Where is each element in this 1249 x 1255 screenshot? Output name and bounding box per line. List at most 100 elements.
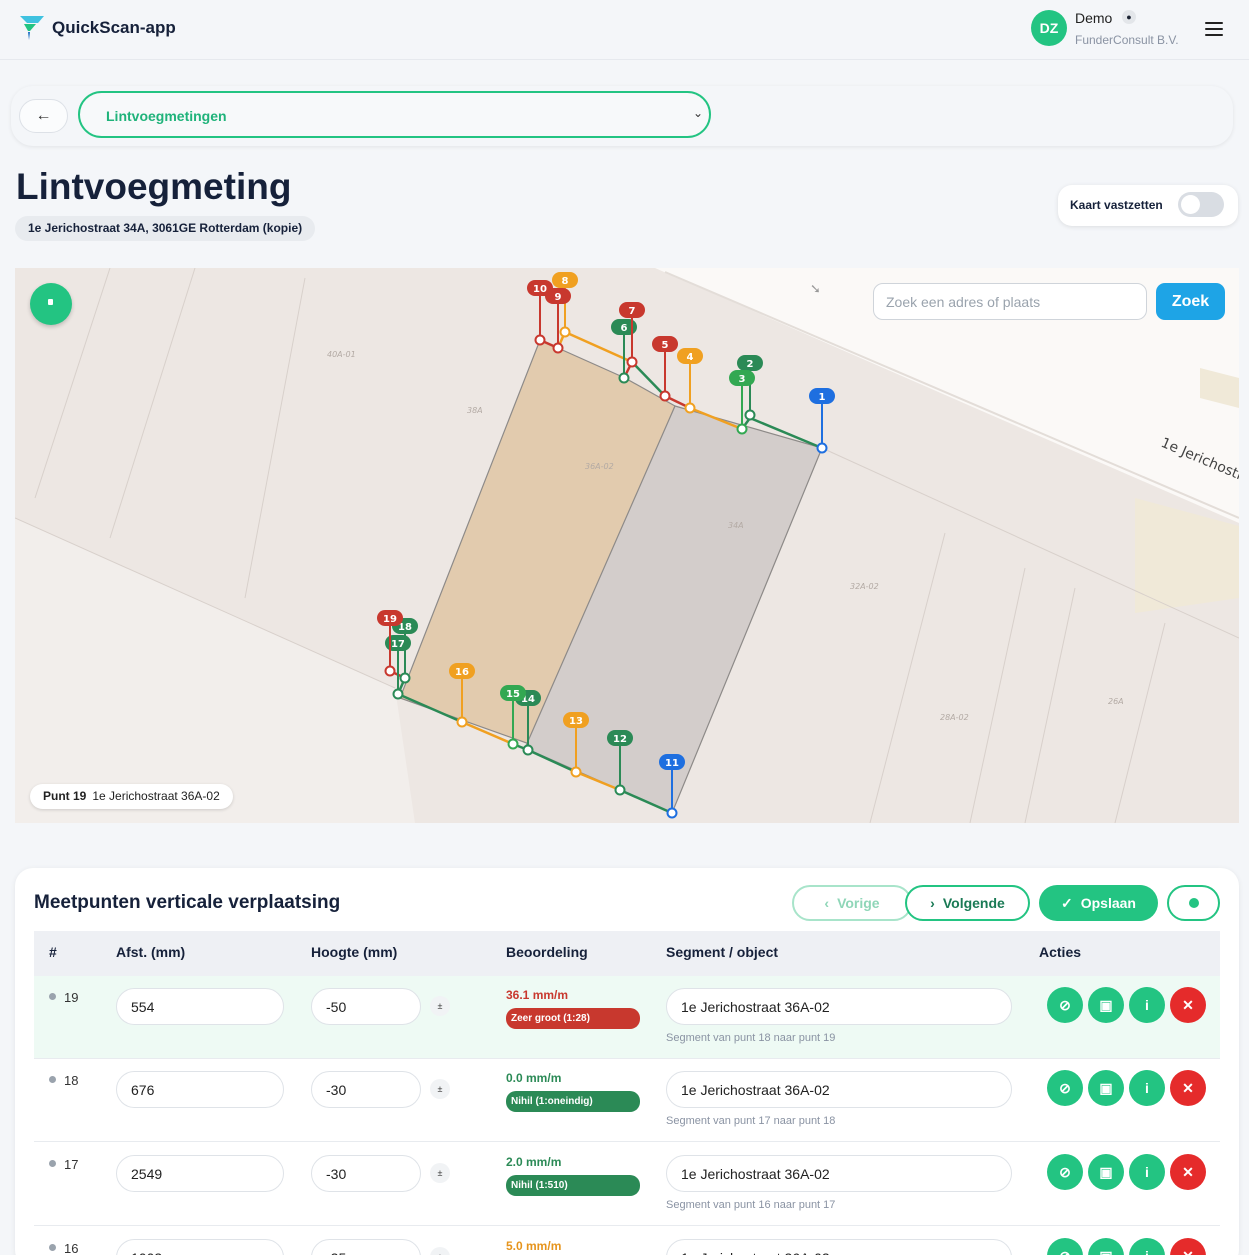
next-button[interactable]: › Volgende [905, 885, 1030, 921]
locate-icon [48, 299, 53, 305]
app-logo-icon[interactable] [18, 12, 46, 42]
marker-point[interactable] [534, 334, 546, 346]
menu-icon[interactable] [1205, 22, 1223, 36]
segment-input[interactable] [666, 988, 1012, 1025]
lock-button[interactable]: ▣ [1088, 1070, 1124, 1106]
lock-icon: ▣ [1099, 1079, 1113, 1096]
delete-button[interactable]: ✕ [1170, 1238, 1206, 1255]
table-row[interactable]: 18 ±0.0 mm/m Nihil (1:oneindig) Segment van… [34, 1059, 1220, 1142]
previous-label: Vorige [837, 895, 880, 911]
map-canvas[interactable]: 40A-01 38A 36A-02 34A 32A-02 28A-02 26A … [15, 268, 1239, 823]
map-marker[interactable]: 10 [527, 280, 553, 346]
save-button[interactable]: ✓ Opslaan [1039, 885, 1158, 921]
marker-point[interactable] [816, 442, 828, 454]
marker-point[interactable] [626, 356, 638, 368]
table-row[interactable]: 16 ±5.0 mm/m ⊘ ▣ i ✕ [34, 1227, 1220, 1255]
close-icon: ✕ [1182, 1163, 1194, 1180]
map-marker[interactable]: 5 [652, 336, 678, 402]
map-search-button[interactable]: Zoek [1156, 283, 1225, 320]
info-button[interactable] [1167, 885, 1220, 921]
marker-point[interactable] [659, 390, 671, 402]
rating-value: 5.0 mm/m [506, 1239, 562, 1253]
marker-point[interactable] [507, 738, 519, 750]
table-row[interactable]: 17 ±2.0 mm/m Nihil (1:510) Segment van punt… [34, 1143, 1220, 1226]
row-number: 19 [64, 990, 79, 1005]
previous-button[interactable]: ‹ Vorige [792, 885, 912, 921]
app-title[interactable]: QuickScan-app [52, 18, 176, 38]
page-title: Lintvoegmeting [16, 166, 292, 207]
marker-point[interactable] [552, 342, 564, 354]
app-header: QuickScan-app DZ Demo ● FunderConsult B.… [0, 0, 1249, 60]
map-search-input[interactable] [873, 283, 1147, 320]
info-icon: i [1145, 997, 1149, 1013]
selected-point-segment: 1e Jerichostraat 36A-02 [92, 789, 220, 803]
selected-point-label: Punt 19 [43, 789, 87, 803]
distance-input[interactable] [116, 1239, 284, 1255]
close-icon: ✕ [1182, 1079, 1194, 1096]
lock-button[interactable]: ▣ [1088, 1238, 1124, 1255]
lock-button[interactable]: ▣ [1088, 1154, 1124, 1190]
hide-button[interactable]: ⊘ [1047, 1070, 1083, 1106]
info-button[interactable]: i [1129, 1070, 1165, 1106]
plus-minus-button[interactable]: ± [430, 1247, 450, 1255]
plus-minus-button[interactable]: ± [430, 1079, 450, 1099]
info-button[interactable]: i [1129, 987, 1165, 1023]
height-input[interactable] [311, 1155, 421, 1192]
parcel-label: 26A [1108, 697, 1124, 706]
info-icon: i [1145, 1080, 1149, 1096]
lock-button[interactable]: ▣ [1088, 987, 1124, 1023]
eye-slash-icon: ⊘ [1059, 996, 1071, 1013]
marker-point[interactable] [384, 665, 396, 677]
map-marker[interactable]: 2 [737, 355, 763, 421]
locate-button[interactable] [30, 283, 72, 325]
hide-button[interactable]: ⊘ [1047, 987, 1083, 1023]
back-button[interactable]: ← [19, 99, 68, 133]
marker-point[interactable] [684, 402, 696, 414]
height-input[interactable] [311, 1071, 421, 1108]
height-input[interactable] [311, 1239, 421, 1255]
rating-value: 0.0 mm/m [506, 1071, 562, 1085]
marker-point[interactable] [736, 423, 748, 435]
measurement-type-select[interactable]: Lintvoegmetingen ⌄ [78, 91, 711, 138]
info-button[interactable]: i [1129, 1154, 1165, 1190]
distance-input[interactable] [116, 1155, 284, 1192]
distance-input[interactable] [116, 988, 284, 1025]
hide-button[interactable]: ⊘ [1047, 1238, 1083, 1255]
marker-label: 13 [569, 716, 583, 727]
plus-minus-button[interactable]: ± [430, 996, 450, 1016]
marker-label: 5 [662, 340, 669, 351]
marker-point[interactable] [456, 716, 468, 728]
height-input[interactable] [311, 988, 421, 1025]
delete-button[interactable]: ✕ [1170, 1070, 1206, 1106]
delete-button[interactable]: ✕ [1170, 987, 1206, 1023]
marker-point[interactable] [399, 672, 411, 684]
segment-input[interactable] [666, 1239, 1012, 1255]
marker-point[interactable] [522, 744, 534, 756]
marker-point[interactable] [570, 766, 582, 778]
info-button[interactable]: i [1129, 1238, 1165, 1255]
avatar[interactable]: DZ [1031, 10, 1067, 46]
marker-point[interactable] [666, 807, 678, 819]
lock-map-toggle[interactable] [1178, 192, 1224, 217]
marker-point[interactable] [392, 688, 404, 700]
marker-point[interactable] [618, 372, 630, 384]
table-row[interactable]: 19 ±36.1 mm/m Zeer groot (1:28) Segment van… [34, 976, 1220, 1059]
segment-input[interactable] [666, 1155, 1012, 1192]
distance-input[interactable] [116, 1071, 284, 1108]
map-view[interactable]: 40A-01 38A 36A-02 34A 32A-02 28A-02 26A … [15, 268, 1239, 823]
marker-point[interactable] [559, 326, 571, 338]
rating-value: 36.1 mm/m [506, 988, 569, 1002]
delete-button[interactable]: ✕ [1170, 1154, 1206, 1190]
row-number: 16 [64, 1241, 79, 1255]
close-icon: ✕ [1182, 1248, 1194, 1255]
marker-label: 10 [533, 284, 547, 295]
marker-point[interactable] [744, 409, 756, 421]
marker-point[interactable] [614, 784, 626, 796]
eye-slash-icon: ⊘ [1059, 1079, 1071, 1096]
map-marker[interactable]: 1 [809, 388, 835, 454]
plus-minus-button[interactable]: ± [430, 1163, 450, 1183]
segment-input[interactable] [666, 1071, 1012, 1108]
parcel-label: 32A-02 [850, 582, 879, 591]
map-marker[interactable]: 8 [552, 272, 578, 338]
hide-button[interactable]: ⊘ [1047, 1154, 1083, 1190]
